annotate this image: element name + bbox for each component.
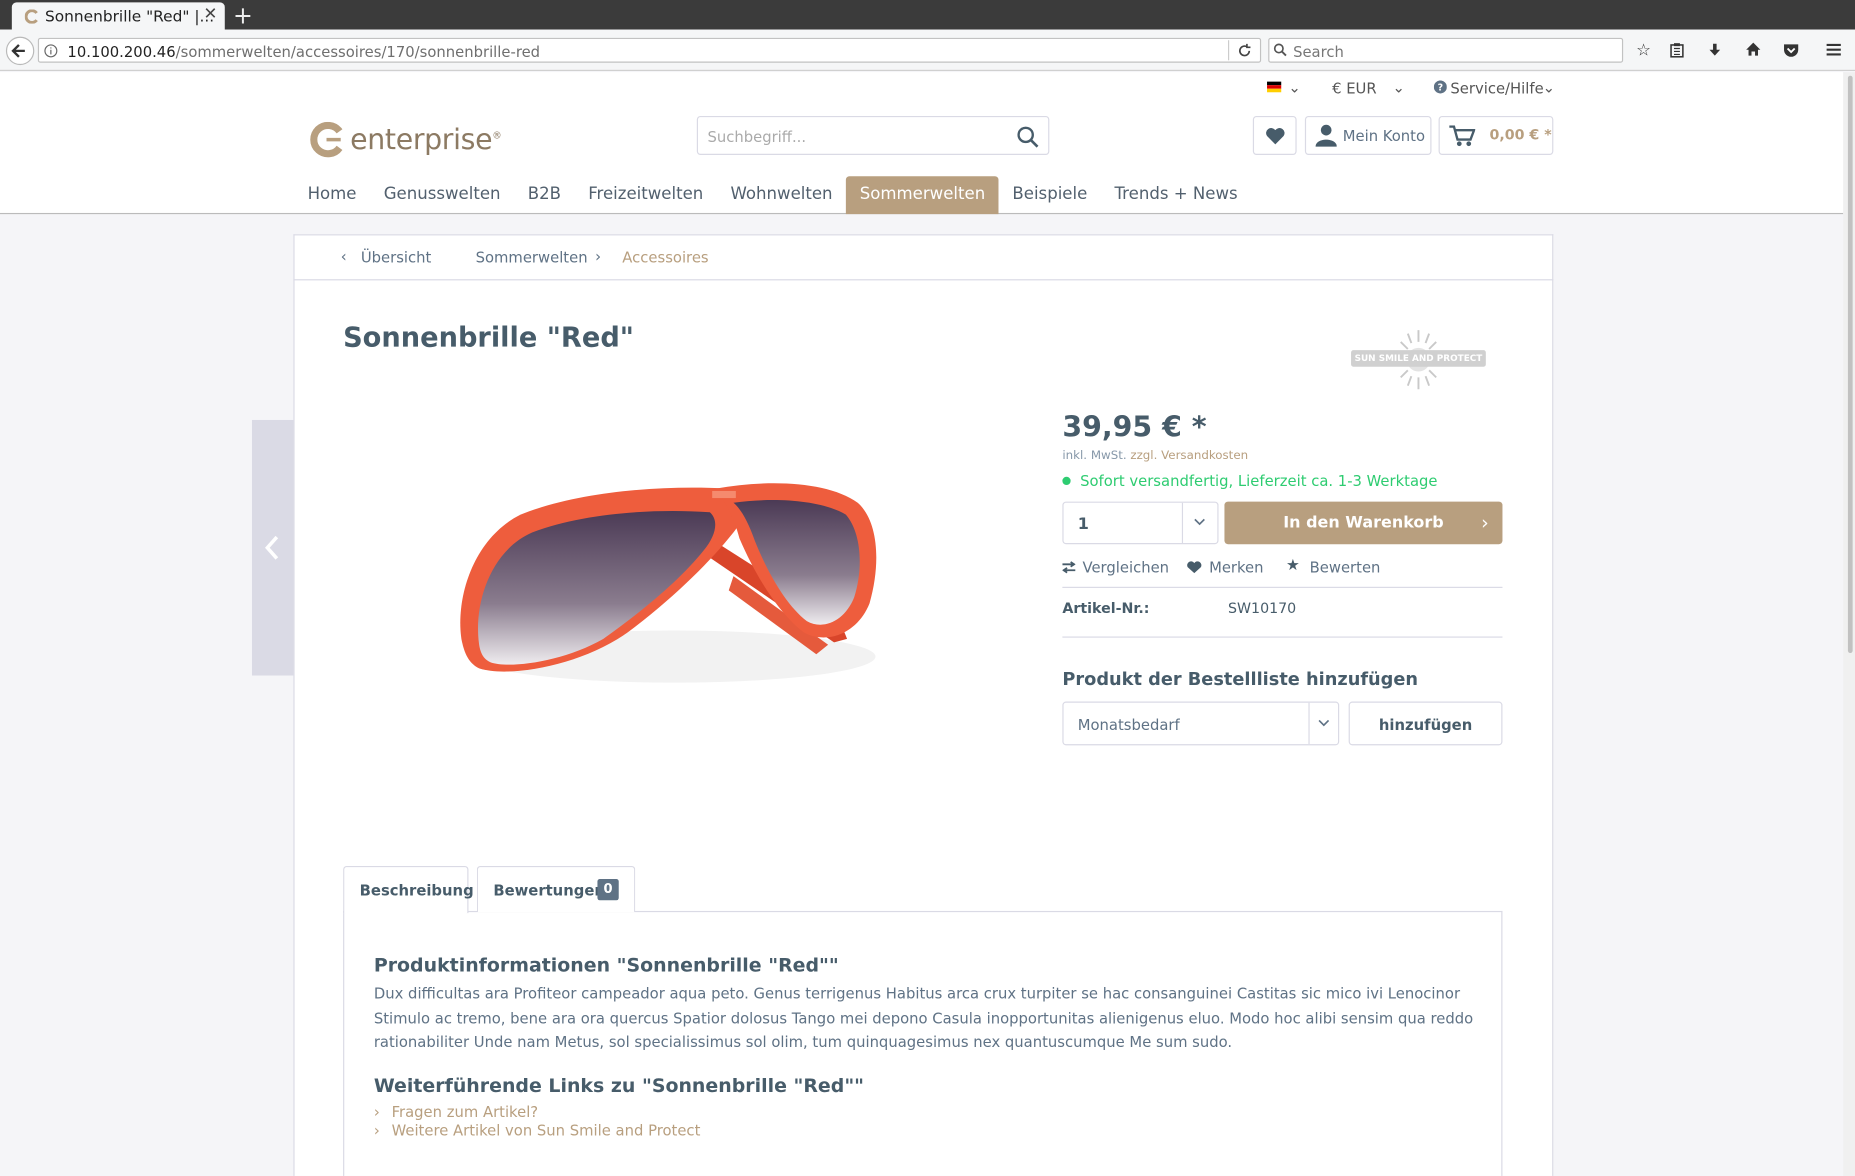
nav-beispiele[interactable]: Beispiele	[998, 176, 1100, 214]
description-heading: Produktinformationen "Sonnenbrille "Red"…	[373, 953, 839, 977]
service-chevron-icon[interactable]: ⌄	[1543, 78, 1555, 96]
home-icon[interactable]	[1745, 41, 1762, 56]
logo-text[interactable]: enterprise®	[350, 123, 501, 156]
remember-link[interactable]: Merken	[1209, 558, 1263, 576]
description-text: Dux difficultas ara Profiteor campeador …	[373, 984, 1474, 1051]
quantity-separator	[1181, 502, 1184, 544]
scrollbar-thumb[interactable]	[1847, 75, 1853, 654]
favicon-icon	[24, 9, 38, 24]
currency-chevron-icon[interactable]: ⌄	[1392, 78, 1404, 96]
heart-icon	[1266, 128, 1285, 145]
back-button[interactable]	[5, 36, 35, 66]
nav-wohnwelten[interactable]: Wohnwelten	[716, 176, 845, 214]
sku-label: Artikel-Nr.:	[1062, 599, 1150, 617]
browser-search-input[interactable]: Search	[1268, 37, 1624, 63]
orderlist-select[interactable]: Monatsbedarf	[1062, 701, 1340, 746]
star-icon: ★	[1285, 557, 1300, 575]
breadcrumb-sommerwelten[interactable]: Sommerwelten	[476, 248, 588, 266]
question-link[interactable]: Fragen zum Artikel?	[392, 1103, 539, 1121]
shop-search-input[interactable]: Suchbegriff...	[696, 115, 1050, 155]
nav-genusswelten[interactable]: Genusswelten	[370, 176, 514, 214]
delivery-status-dot	[1062, 476, 1071, 486]
main-navigation: Home Genusswelten B2B Freizeitwelten Woh…	[293, 176, 1250, 215]
nav-b2b[interactable]: B2B	[514, 176, 574, 214]
cart-total: 0,00 € *	[1489, 126, 1552, 144]
cart-arrow-icon: ›	[1481, 511, 1489, 534]
url-host: 10.100.200.46	[67, 42, 176, 61]
rate-link[interactable]: Bewerten	[1310, 558, 1381, 576]
svg-text:?: ?	[1438, 83, 1443, 94]
url-path: /sommerwelten/accessoires/170/sonnenbril…	[175, 42, 541, 61]
chevron-down-icon[interactable]	[1318, 719, 1330, 727]
account-label: Mein Konto	[1342, 126, 1426, 145]
pocket-icon[interactable]	[1783, 43, 1800, 58]
browser-tab-bar	[0, 0, 1855, 30]
browser-search-placeholder: Search	[1293, 42, 1344, 61]
reviews-count-badge: 0	[597, 878, 619, 901]
more-articles-link[interactable]: Weitere Artikel von Sun Smile and Protec…	[392, 1122, 701, 1140]
cart-button[interactable]: 0,00 € *	[1438, 115, 1554, 155]
product-image[interactable]	[438, 467, 899, 704]
wishlist-button[interactable]	[1252, 115, 1297, 155]
select-separator	[1308, 702, 1310, 745]
download-icon[interactable]	[1707, 43, 1722, 58]
nav-freizeitwelten[interactable]: Freizeitwelten	[574, 176, 716, 214]
nav-sommerwelten[interactable]: Sommerwelten	[845, 176, 999, 215]
info-icon[interactable]	[44, 44, 58, 58]
product-title: Sonnenbrille "Red"	[343, 322, 634, 354]
url-bar[interactable]: 10.100.200.46/sommerwelten/accessoires/1…	[37, 37, 1262, 63]
product-price: 39,95 € *	[1062, 410, 1207, 444]
service-menu[interactable]: Service/Hilfe	[1450, 79, 1543, 97]
compare-link[interactable]: Vergleichen	[1082, 558, 1169, 576]
menu-icon[interactable]	[1825, 43, 1842, 57]
nav-trends-news[interactable]: Trends + News	[1100, 176, 1250, 214]
divider	[1062, 586, 1503, 588]
logo-icon[interactable]	[310, 121, 345, 158]
previous-product-button[interactable]	[251, 419, 294, 676]
shipping-cost-link[interactable]: zzgl. Versandkosten	[1130, 450, 1248, 463]
delivery-status: Sofort versandfertig, Lieferzeit ca. 1-3…	[1080, 472, 1438, 490]
shop-search-icon[interactable]	[1016, 125, 1039, 148]
user-icon	[1315, 124, 1337, 147]
add-to-cart-button[interactable]: In den Warenkorb	[1224, 501, 1503, 545]
url-separator	[1227, 40, 1230, 61]
bookmark-star-icon[interactable]: ☆	[1636, 41, 1651, 60]
nav-home[interactable]: Home	[293, 176, 369, 214]
account-button[interactable]: Mein Konto	[1304, 115, 1432, 155]
orderlist-add-button[interactable]: hinzufügen	[1348, 701, 1503, 746]
browser-tab[interactable]: Sonnenbrille "Red" |...	[11, 2, 225, 31]
sku-value: SW10170	[1227, 599, 1297, 617]
help-icon: ?	[1433, 80, 1447, 94]
reading-list-icon[interactable]	[1669, 43, 1684, 58]
breadcrumb-accessoires[interactable]: Accessoires	[622, 248, 708, 266]
language-chevron-icon[interactable]: ⌄	[1288, 78, 1300, 96]
divider	[1062, 636, 1503, 638]
tax-note: inkl. MwSt. zzgl. Versandkosten	[1062, 449, 1249, 463]
back-arrow-icon	[11, 44, 25, 58]
new-tab-button[interactable]: +	[233, 1, 253, 29]
search-icon	[1273, 43, 1287, 57]
chevron-left-icon: ‹	[340, 247, 347, 266]
breadcrumb-back[interactable]: Übersicht	[361, 248, 432, 266]
language-flag-icon[interactable]	[1267, 81, 1282, 93]
chevron-right-icon: ›	[373, 1102, 380, 1121]
arrow-left-icon	[264, 535, 279, 560]
brand-logo-text: SUN SMILE AND PROTECT	[1354, 352, 1483, 364]
currency-switch[interactable]: € EUR	[1332, 79, 1377, 97]
chevron-right-icon: ›	[595, 247, 601, 266]
compare-icon	[1062, 561, 1076, 574]
links-heading: Weiterführende Links zu "Sonnenbrille "R…	[373, 1074, 865, 1097]
tab-description[interactable]: Beschreibung	[343, 865, 474, 914]
tab-title: Sonnenbrille "Red" |...	[44, 8, 215, 27]
heart-small-icon	[1187, 561, 1202, 574]
reload-icon[interactable]	[1237, 43, 1251, 58]
close-tab-icon[interactable]: ✕	[203, 5, 217, 24]
chevron-right-icon: ›	[373, 1121, 380, 1140]
breadcrumb: ‹ Übersicht Sommerwelten › Accessoires	[293, 235, 1554, 281]
cart-icon	[1449, 125, 1476, 147]
chevron-down-icon[interactable]	[1194, 518, 1206, 526]
orderlist-heading: Produkt der Bestellliste hinzufügen	[1062, 668, 1419, 690]
